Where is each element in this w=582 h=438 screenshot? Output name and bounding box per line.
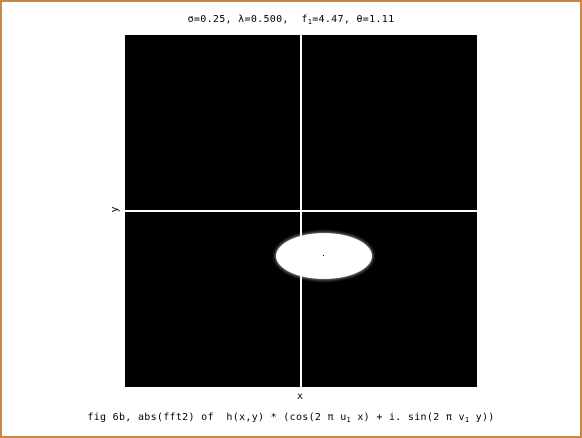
title-text-2: =4.47, θ=1.11: [312, 14, 395, 25]
caption-text-2: x) + i. sin(2 π v: [351, 412, 465, 423]
fft-magnitude-image: [125, 35, 477, 387]
spectral-peak-ellipse: [276, 233, 372, 279]
caption-text-1: fig 6b, abs(fft2) of h(x,y) * (cos(2 π u: [87, 412, 347, 423]
title-text-1: σ=0.25, λ=0.500, f: [187, 14, 308, 25]
y-axis-label: y: [109, 206, 121, 213]
vertical-axis-line: [300, 35, 302, 387]
x-axis-label: x: [297, 391, 304, 402]
figure-caption: fig 6b, abs(fft2) of h(x,y) * (cos(2 π u…: [0, 412, 582, 424]
peak-center-dot: [323, 255, 324, 256]
figure-title: σ=0.25, λ=0.500, f1=4.47, θ=1.11: [0, 14, 582, 26]
caption-text-3: y)): [469, 412, 495, 423]
